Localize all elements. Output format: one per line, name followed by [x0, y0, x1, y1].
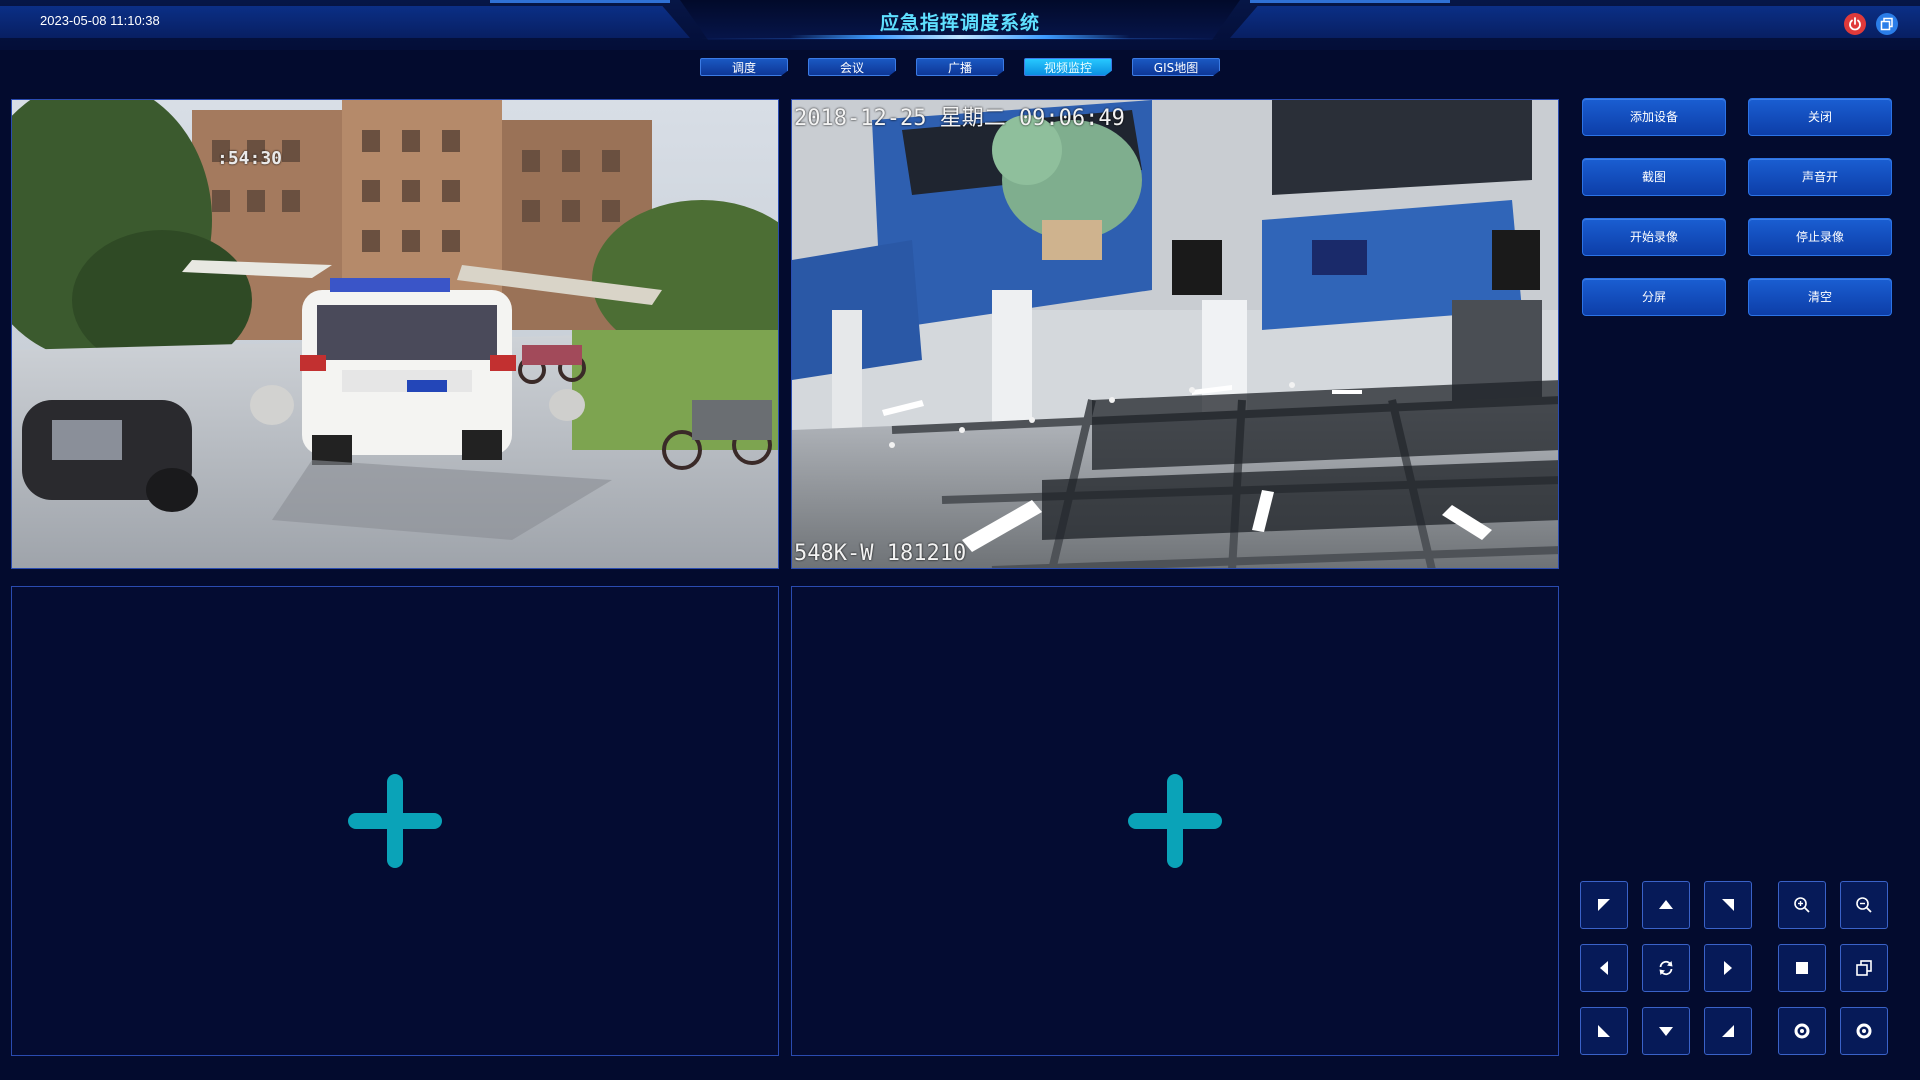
header-line-right — [1250, 0, 1450, 3]
tab-video-monitor[interactable]: 视频监控 — [1024, 58, 1112, 76]
arrow-up-right-icon[interactable] — [1704, 881, 1752, 929]
video-panel-2[interactable]: 2018-12-25 星期二 09:06:49 548K-W 181210 — [791, 99, 1559, 569]
arrow-left-icon[interactable] — [1580, 944, 1628, 992]
add-device-button[interactable]: 添加设备 — [1582, 98, 1726, 136]
multi-window-icon[interactable] — [1840, 944, 1888, 992]
split-screen-button[interactable]: 分屏 — [1582, 278, 1726, 316]
header: 2023-05-08 11:10:38 应急指挥调度系统 — [0, 0, 1920, 50]
window-icon[interactable] — [1876, 13, 1898, 35]
focus-near-icon[interactable] — [1778, 1007, 1826, 1055]
tab-meeting[interactable]: 会议 — [808, 58, 896, 76]
clear-button[interactable]: 清空 — [1748, 278, 1892, 316]
video-panel-2-timestamp: 2018-12-25 星期二 09:06:49 — [794, 106, 1125, 131]
stop-record-button[interactable]: 停止录像 — [1748, 218, 1892, 256]
tab-dispatch[interactable]: 调度 — [700, 58, 788, 76]
camera-feed-street — [12, 100, 778, 568]
header-band-right — [1230, 6, 1920, 38]
add-icon[interactable] — [1128, 774, 1222, 868]
single-screen-icon[interactable] — [1778, 944, 1826, 992]
arrow-down-right-icon[interactable] — [1704, 1007, 1752, 1055]
tab-broadcast[interactable]: 广播 — [916, 58, 1004, 76]
title-glow — [790, 35, 1130, 39]
camera-feed-office — [792, 100, 1558, 568]
power-icon[interactable] — [1844, 13, 1866, 35]
app-title: 应急指挥调度系统 — [879, 12, 1040, 34]
arrow-down-icon[interactable] — [1642, 1007, 1690, 1055]
focus-far-icon[interactable] — [1840, 1007, 1888, 1055]
arrow-right-icon[interactable] — [1704, 944, 1752, 992]
sound-on-button[interactable]: 声音开 — [1748, 158, 1892, 196]
start-record-button[interactable]: 开始录像 — [1582, 218, 1726, 256]
add-icon[interactable] — [348, 774, 442, 868]
video-panel-4[interactable] — [791, 586, 1559, 1056]
arrow-up-icon[interactable] — [1642, 881, 1690, 929]
refresh-icon[interactable] — [1642, 944, 1690, 992]
datetime: 2023-05-08 11:10:38 — [40, 13, 160, 28]
video-panel-2-camera-id: 548K-W 181210 — [794, 541, 967, 566]
header-line-left — [490, 0, 670, 3]
screenshot-button[interactable]: 截图 — [1582, 158, 1726, 196]
video-panel-3[interactable] — [11, 586, 779, 1056]
video-panel-1-timestamp: :54:30 — [217, 148, 283, 169]
tab-gis-map[interactable]: GIS地图 — [1132, 58, 1220, 76]
close-button[interactable]: 关闭 — [1748, 98, 1892, 136]
arrow-down-left-icon[interactable] — [1580, 1007, 1628, 1055]
zoom-out-icon[interactable] — [1840, 881, 1888, 929]
zoom-in-icon[interactable] — [1778, 881, 1826, 929]
video-panel-1[interactable]: :54:30 — [11, 99, 779, 569]
arrow-up-left-icon[interactable] — [1580, 881, 1628, 929]
